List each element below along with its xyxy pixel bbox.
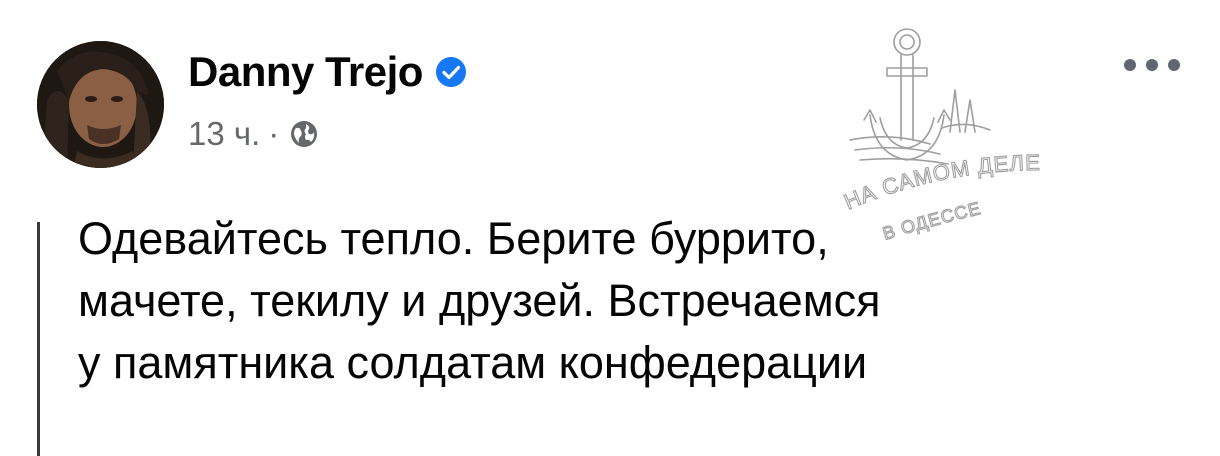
author-row: Danny Trejo: [188, 42, 467, 102]
avatar-photo: [37, 41, 164, 168]
more-dot: [1168, 59, 1180, 71]
meta-separator: ·: [268, 115, 280, 152]
post-body-line: Одевайтесь тепло. Берите буррито,: [78, 213, 829, 264]
post-body: Одевайтесь тепло. Берите буррито, мачете…: [78, 208, 998, 394]
post-quote-bar: [37, 222, 40, 456]
author-avatar[interactable]: [37, 41, 164, 168]
globe-icon[interactable]: [289, 119, 319, 149]
author-name[interactable]: Danny Trejo: [188, 48, 423, 96]
more-options-button[interactable]: [1124, 56, 1180, 74]
facebook-post: Danny Trejo 13 ч. · Одевайтесь тепло. Бе…: [0, 0, 1220, 456]
post-meta: 13 ч. ·: [188, 112, 319, 156]
verified-badge-icon: [435, 57, 466, 87]
watermark-text-line1: НА САМОМ ДЕЛЕ: [840, 149, 1041, 215]
more-dot: [1146, 59, 1158, 71]
post-timestamp[interactable]: 13 ч.: [188, 115, 260, 153]
svg-text:НА САМОМ ДЕЛЕ: НА САМОМ ДЕЛЕ: [840, 150, 1041, 215]
post-body-line: у памятника солдатам конфедерации: [78, 337, 868, 388]
post-body-line: мачете, текилу и друзей. Встречаемся: [78, 275, 881, 326]
more-dot: [1124, 59, 1136, 71]
